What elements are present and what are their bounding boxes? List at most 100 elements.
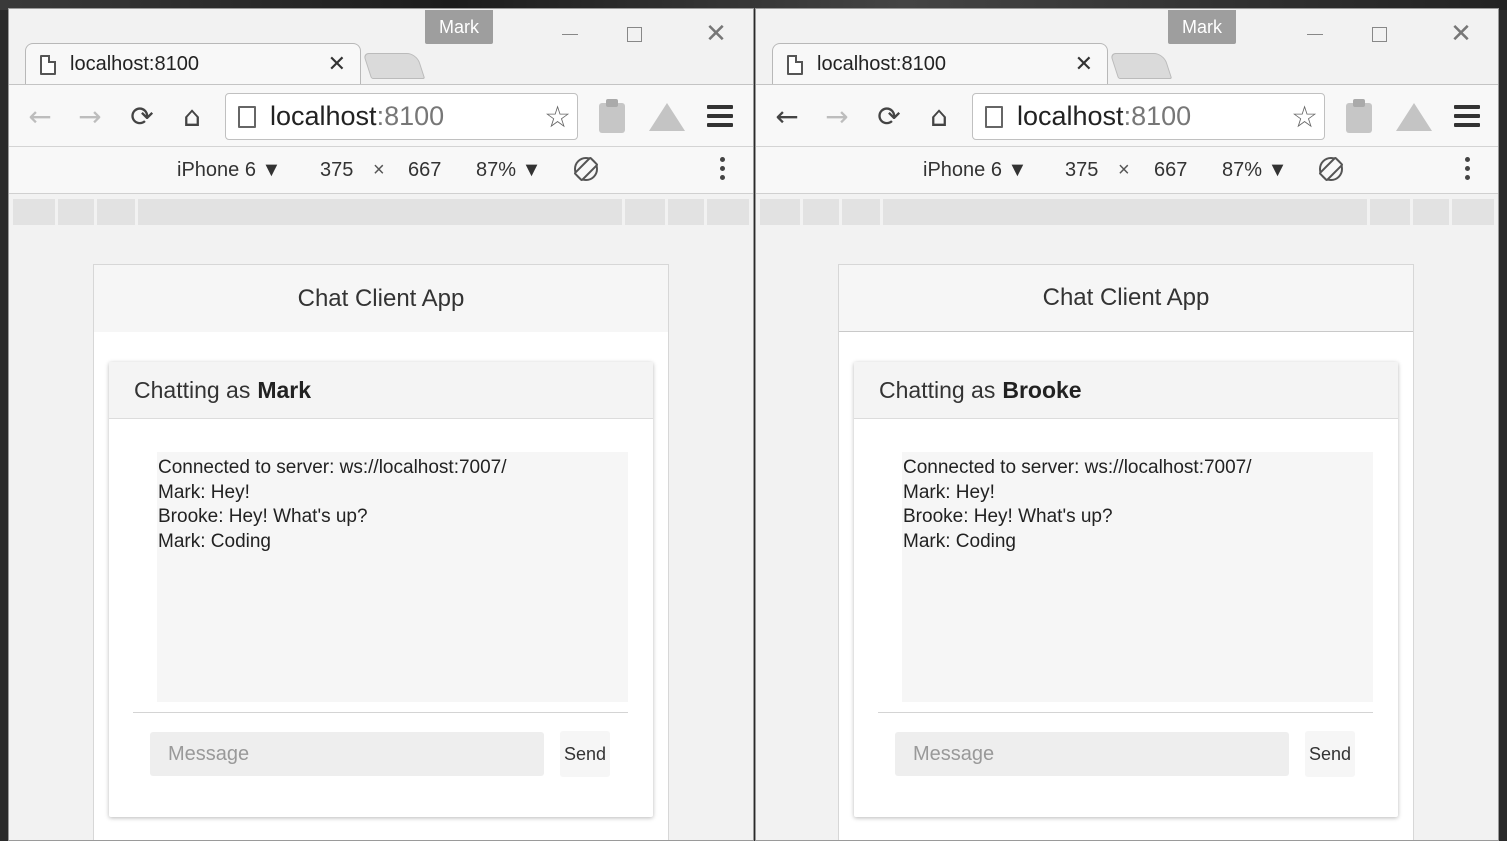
home-icon[interactable]: ⌂ — [175, 99, 209, 133]
url-port: :8100 — [376, 101, 445, 131]
hamburger-menu-icon[interactable] — [1450, 99, 1484, 133]
device-select[interactable]: iPhone 6 ▼ — [177, 159, 281, 182]
divider — [878, 712, 1373, 713]
minimize-button[interactable] — [1292, 19, 1338, 49]
log-line: Mark: Hey! — [903, 481, 995, 503]
rotate-icon[interactable] — [569, 152, 603, 186]
app-title: Chat Client App — [94, 265, 668, 332]
maximize-icon — [1371, 26, 1387, 42]
page-icon — [985, 105, 1003, 128]
minimize-icon — [1307, 33, 1323, 35]
browser-tab[interactable]: localhost:8100 ✕ — [25, 43, 361, 85]
page-icon — [238, 105, 256, 128]
maximize-button[interactable] — [1356, 19, 1402, 49]
address-bar[interactable]: localhost:8100 ☆ — [972, 93, 1325, 140]
browser-toolbar: ← → ⟳ ⌂ localhost:8100 ☆ — [756, 84, 1498, 147]
page-icon — [40, 54, 56, 75]
app-title: Chat Client App — [839, 265, 1413, 332]
device-height[interactable]: 667 — [1154, 159, 1187, 182]
message-input[interactable]: Message — [150, 732, 544, 776]
new-tab-button[interactable] — [362, 53, 426, 79]
card-header: Chatting as Mark — [109, 362, 653, 419]
home-icon[interactable]: ⌂ — [922, 99, 956, 133]
browser-tab[interactable]: localhost:8100 ✕ — [772, 43, 1108, 85]
back-arrow-icon[interactable]: ← — [770, 99, 804, 133]
close-icon: ✕ — [1450, 19, 1472, 49]
profile-badge[interactable]: Mark — [425, 10, 493, 44]
browser-window-left: Mark ✕ localhost:8100 ✕ ← → ⟳ ⌂ localhos… — [8, 8, 754, 841]
page-icon — [787, 54, 803, 75]
media-query-ruler[interactable] — [760, 199, 1494, 225]
forward-arrow-icon[interactable]: → — [820, 99, 854, 133]
maximize-icon — [626, 26, 642, 42]
send-button[interactable]: Send — [1305, 731, 1355, 777]
address-bar[interactable]: localhost:8100 ☆ — [225, 93, 578, 140]
bookmark-star-icon[interactable]: ☆ — [1291, 100, 1318, 135]
url-host: localhost — [270, 101, 377, 131]
log-line: Mark: Hey! — [158, 481, 250, 503]
username: Brooke — [1002, 376, 1082, 403]
hamburger-menu-icon[interactable] — [703, 99, 737, 133]
zoom-select[interactable]: 87% ▼ — [1222, 159, 1287, 182]
dimension-separator: × — [1118, 159, 1130, 181]
reload-icon[interactable]: ⟳ — [125, 99, 159, 133]
tab-title: localhost:8100 — [817, 53, 946, 75]
zoom-select[interactable]: 87% ▼ — [476, 159, 541, 182]
device-viewport: Chat Client App Chatting as Brooke Conne… — [838, 264, 1414, 840]
back-arrow-icon[interactable]: ← — [23, 99, 57, 133]
maximize-button[interactable] — [611, 19, 657, 49]
username: Mark — [257, 376, 312, 403]
chat-card: Chatting as Mark Connected to server: ws… — [109, 362, 653, 817]
close-window-button[interactable]: ✕ — [1438, 19, 1484, 49]
dimension-separator: × — [373, 159, 385, 181]
device-toolbar: iPhone 6 ▼ 375 × 667 87% ▼ — [9, 147, 753, 194]
chatting-as-label: Chatting as — [879, 376, 996, 403]
log-line: Brooke: Hey! What's up? — [158, 506, 368, 527]
chatting-as-label: Chatting as — [134, 376, 251, 403]
browser-window-right: Mark ✕ localhost:8100 ✕ ← → ⟳ ⌂ localhos… — [755, 8, 1499, 841]
rotate-icon[interactable] — [1314, 152, 1348, 186]
bookmark-star-icon[interactable]: ☆ — [544, 100, 571, 135]
device-width[interactable]: 375 — [320, 159, 353, 182]
tab-close-icon[interactable]: ✕ — [1075, 52, 1093, 77]
close-window-button[interactable]: ✕ — [693, 19, 739, 49]
log-line: Mark: Coding — [158, 530, 271, 552]
drive-extension-icon[interactable] — [649, 99, 685, 133]
tab-close-icon[interactable]: ✕ — [328, 52, 346, 77]
log-line: Mark: Coding — [903, 530, 1016, 552]
title-bar: Mark ✕ localhost:8100 ✕ — [756, 9, 1498, 85]
minimize-button[interactable] — [547, 19, 593, 49]
more-options-icon[interactable] — [720, 157, 725, 180]
reload-icon[interactable]: ⟳ — [872, 99, 906, 133]
device-select[interactable]: iPhone 6 ▼ — [923, 159, 1027, 182]
clipboard-extension-icon[interactable] — [595, 99, 629, 133]
message-input[interactable]: Message — [895, 732, 1289, 776]
title-bar: Mark ✕ localhost:8100 ✕ — [9, 9, 753, 85]
card-header: Chatting as Brooke — [854, 362, 1398, 419]
close-icon: ✕ — [705, 19, 727, 49]
send-button[interactable]: Send — [560, 731, 610, 777]
new-tab-button[interactable] — [1109, 53, 1173, 79]
browser-toolbar: ← → ⟳ ⌂ localhost:8100 ☆ — [9, 84, 753, 147]
more-options-icon[interactable] — [1465, 157, 1470, 180]
minimize-icon — [562, 33, 578, 35]
chat-card: Chatting as Brooke Connected to server: … — [854, 362, 1398, 817]
forward-arrow-icon[interactable]: → — [73, 99, 107, 133]
device-width[interactable]: 375 — [1065, 159, 1098, 182]
url-host: localhost — [1017, 101, 1124, 131]
log-line: Brooke: Hey! What's up? — [903, 506, 1113, 527]
device-viewport: Chat Client App Chatting as Mark Connect… — [93, 264, 669, 840]
tab-title: localhost:8100 — [70, 53, 199, 75]
message-log: Connected to server: ws://localhost:7007… — [902, 452, 1373, 702]
device-height[interactable]: 667 — [408, 159, 441, 182]
drive-extension-icon[interactable] — [1396, 99, 1432, 133]
message-log: Connected to server: ws://localhost:7007… — [157, 452, 628, 702]
device-toolbar: iPhone 6 ▼ 375 × 667 87% ▼ — [756, 147, 1498, 194]
clipboard-extension-icon[interactable] — [1342, 99, 1376, 133]
divider — [133, 712, 628, 713]
media-query-ruler[interactable] — [13, 199, 749, 225]
profile-badge[interactable]: Mark — [1168, 10, 1236, 44]
url-port: :8100 — [1123, 101, 1192, 131]
log-line: Connected to server: ws://localhost:7007… — [158, 457, 507, 478]
log-line: Connected to server: ws://localhost:7007… — [903, 457, 1252, 478]
